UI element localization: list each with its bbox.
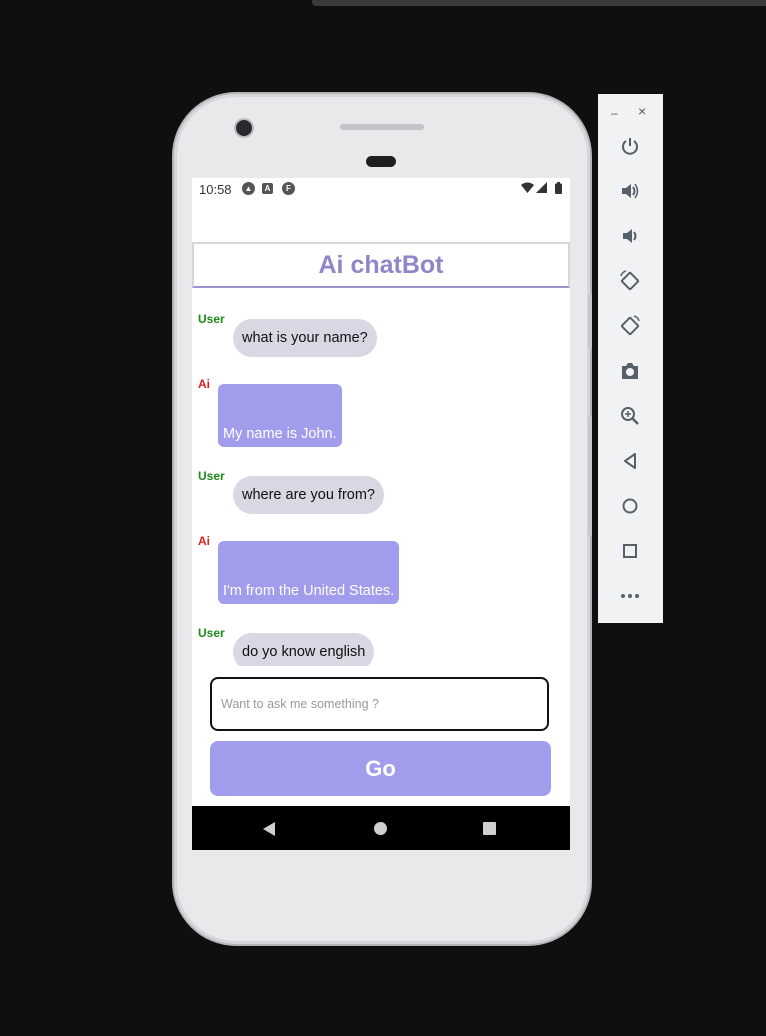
sender-label: User (198, 626, 225, 640)
back-icon[interactable] (618, 449, 642, 473)
user-message-bubble: what is your name? (233, 319, 377, 357)
overview-icon[interactable] (618, 539, 642, 563)
power-icon[interactable] (618, 134, 642, 158)
minimize-icon[interactable]: – (611, 106, 618, 120)
front-camera (236, 120, 252, 136)
go-button[interactable]: Go (210, 741, 551, 796)
a-notification-icon: A (262, 183, 273, 194)
ai-message-bubble: My name is John. (218, 384, 342, 447)
window-top-strip (0, 0, 766, 6)
volume-down-icon[interactable] (618, 224, 642, 248)
home-icon[interactable] (618, 494, 642, 518)
app-title: Ai chatBot (318, 250, 444, 279)
recents-icon[interactable] (483, 822, 496, 835)
user-message-bubble: where are you from? (233, 476, 384, 514)
emulator-toolbar: – × (598, 94, 663, 623)
phone-volume-button (588, 416, 592, 536)
ai-message-bubble: I'm from the United States. (218, 541, 400, 604)
back-icon[interactable] (263, 822, 275, 836)
more-icon[interactable] (618, 584, 642, 608)
phone-power-button (588, 294, 592, 348)
android-notification-icon: ▲ (242, 182, 255, 195)
sender-label: Ai (198, 534, 210, 548)
window-tab-strip (312, 0, 766, 6)
earpiece-speaker (340, 124, 424, 130)
home-icon[interactable] (374, 822, 387, 835)
screenshot-icon[interactable] (618, 359, 642, 383)
app-header: Ai chatBot (192, 242, 570, 288)
volume-up-icon[interactable] (618, 179, 642, 203)
sender-label: User (198, 469, 225, 483)
zoom-icon[interactable] (618, 404, 642, 428)
sender-label: User (198, 312, 225, 326)
chat-list[interactable]: User what is your name? Ai My name is Jo… (192, 304, 570, 666)
close-icon[interactable]: × (638, 103, 646, 119)
proximity-sensor (366, 156, 396, 167)
user-message-bubble: do yo know english (233, 633, 375, 666)
rotate-right-icon[interactable] (618, 314, 642, 338)
battery-icon (555, 182, 562, 197)
status-bar: 10:58 ▲ A F (192, 178, 570, 200)
phone-screen: 10:58 ▲ A F Ai chatBot User what is your… (192, 178, 570, 850)
question-input[interactable]: Want to ask me something ? (210, 677, 549, 731)
f-notification-icon: F (282, 182, 295, 195)
sender-label: Ai (198, 377, 210, 391)
rotate-left-icon[interactable] (618, 269, 642, 293)
status-time: 10:58 (199, 182, 232, 197)
android-nav-bar (192, 806, 570, 850)
signal-icon (536, 182, 547, 196)
wifi-icon (521, 182, 534, 196)
